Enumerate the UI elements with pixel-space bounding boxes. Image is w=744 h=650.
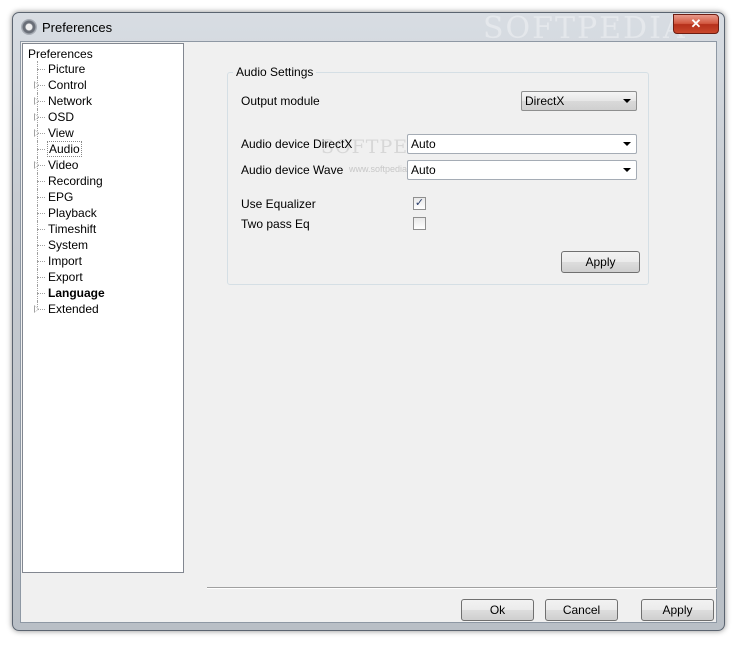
audio-device-directx-label: Audio device DirectX <box>241 137 353 151</box>
tree-item-network[interactable]: Network <box>23 93 183 109</box>
tree-item-label: Picture <box>48 62 86 76</box>
dropdown-arrow-icon <box>623 142 631 146</box>
tree-item-label: Control <box>48 78 87 92</box>
tree-item-label: Export <box>48 270 83 284</box>
tree-branch-line <box>37 197 45 198</box>
tree-item-view[interactable]: View <box>23 125 183 141</box>
tree-item-label: EPG <box>48 190 74 204</box>
expand-arrow-icon[interactable] <box>34 113 39 121</box>
expand-arrow-icon[interactable] <box>34 129 39 137</box>
tree-branch-line <box>37 69 45 70</box>
output-module-select[interactable]: DirectX <box>521 91 637 111</box>
expand-arrow-icon[interactable] <box>34 97 39 105</box>
output-module-value: DirectX <box>525 94 565 108</box>
footer-separator <box>207 587 717 589</box>
tree-branch-line <box>37 149 45 150</box>
tree-item-label: Playback <box>48 206 97 220</box>
audio-device-directx-select[interactable]: Auto <box>407 134 637 154</box>
tree-branch-line <box>37 245 45 246</box>
audio-device-wave-select[interactable]: Auto <box>407 160 637 180</box>
client-area: Preferences Picture Control Network OSD View… <box>20 41 717 623</box>
tree-branch-line <box>37 293 45 294</box>
tree-item-language[interactable]: Language <box>23 285 183 301</box>
tree-item-timeshift[interactable]: Timeshift <box>23 221 183 237</box>
close-button[interactable]: ✕ <box>673 14 719 34</box>
audio-device-wave-label: Audio device Wave <box>241 163 344 177</box>
app-icon <box>21 19 37 35</box>
tree-item-picture[interactable]: Picture <box>23 61 183 77</box>
two-pass-eq-checkbox[interactable] <box>413 217 426 230</box>
ok-button[interactable]: Ok <box>461 599 534 621</box>
expand-arrow-icon[interactable] <box>34 81 39 89</box>
tree-list: Picture Control Network OSD View Audio Video Re… <box>23 61 183 317</box>
cancel-button[interactable]: Cancel <box>545 599 618 621</box>
tree-item-label: System <box>48 238 89 252</box>
tree-root[interactable]: Preferences <box>28 47 93 61</box>
use-equalizer-label: Use Equalizer <box>241 197 316 211</box>
tree-item-label: Network <box>48 94 93 108</box>
tree-item-recording[interactable]: Recording <box>23 173 183 189</box>
tree-item-import[interactable]: Import <box>23 253 183 269</box>
tree-branch-line <box>37 229 45 230</box>
tree-item-label: Extended <box>48 302 99 316</box>
tree-item-label: OSD <box>48 110 75 124</box>
tree-item-playback[interactable]: Playback <box>23 205 183 221</box>
tree-item-label: Audio <box>47 141 82 157</box>
tree-branch-line <box>37 181 45 182</box>
tree-item-label: Video <box>48 158 79 172</box>
dropdown-arrow-icon <box>623 99 631 103</box>
tree-item-extended[interactable]: Extended <box>23 301 183 317</box>
title-bar[interactable]: Preferences SOFTPEDIA ✕ <box>13 11 724 46</box>
tree-branch-line <box>37 213 45 214</box>
tree-item-label: Import <box>48 254 83 268</box>
tree-item-osd[interactable]: OSD <box>23 109 183 125</box>
tree-item-video[interactable]: Video <box>23 157 183 173</box>
tree-branch-line <box>37 277 45 278</box>
tree-item-label: Recording <box>48 174 103 188</box>
expand-arrow-icon[interactable] <box>34 305 39 313</box>
preferences-window: Preferences SOFTPEDIA ✕ Preferences Pict… <box>12 11 725 631</box>
tree-item-audio[interactable]: Audio <box>23 141 183 157</box>
footer-apply-button[interactable]: Apply <box>641 599 714 621</box>
preferences-tree[interactable]: Preferences Picture Control Network OSD View… <box>22 43 184 573</box>
group-title: Audio Settings <box>233 65 317 79</box>
dropdown-arrow-icon <box>623 168 631 172</box>
tree-item-label: View <box>48 126 74 140</box>
tree-item-label: Timeshift <box>48 222 97 236</box>
tree-item-export[interactable]: Export <box>23 269 183 285</box>
two-pass-eq-label: Two pass Eq <box>241 217 310 231</box>
tree-item-control[interactable]: Control <box>23 77 183 93</box>
group-apply-button[interactable]: Apply <box>561 251 640 273</box>
audio-device-directx-value: Auto <box>411 137 436 151</box>
use-equalizer-checkbox[interactable]: ✓ <box>413 197 426 210</box>
window-title: Preferences <box>42 20 113 35</box>
tree-item-system[interactable]: System <box>23 237 183 253</box>
output-module-label: Output module <box>241 94 320 108</box>
expand-arrow-icon[interactable] <box>34 161 39 169</box>
audio-device-wave-value: Auto <box>411 163 436 177</box>
tree-item-label: Language <box>48 286 105 300</box>
tree-branch-line <box>37 261 45 262</box>
tree-item-epg[interactable]: EPG <box>23 189 183 205</box>
